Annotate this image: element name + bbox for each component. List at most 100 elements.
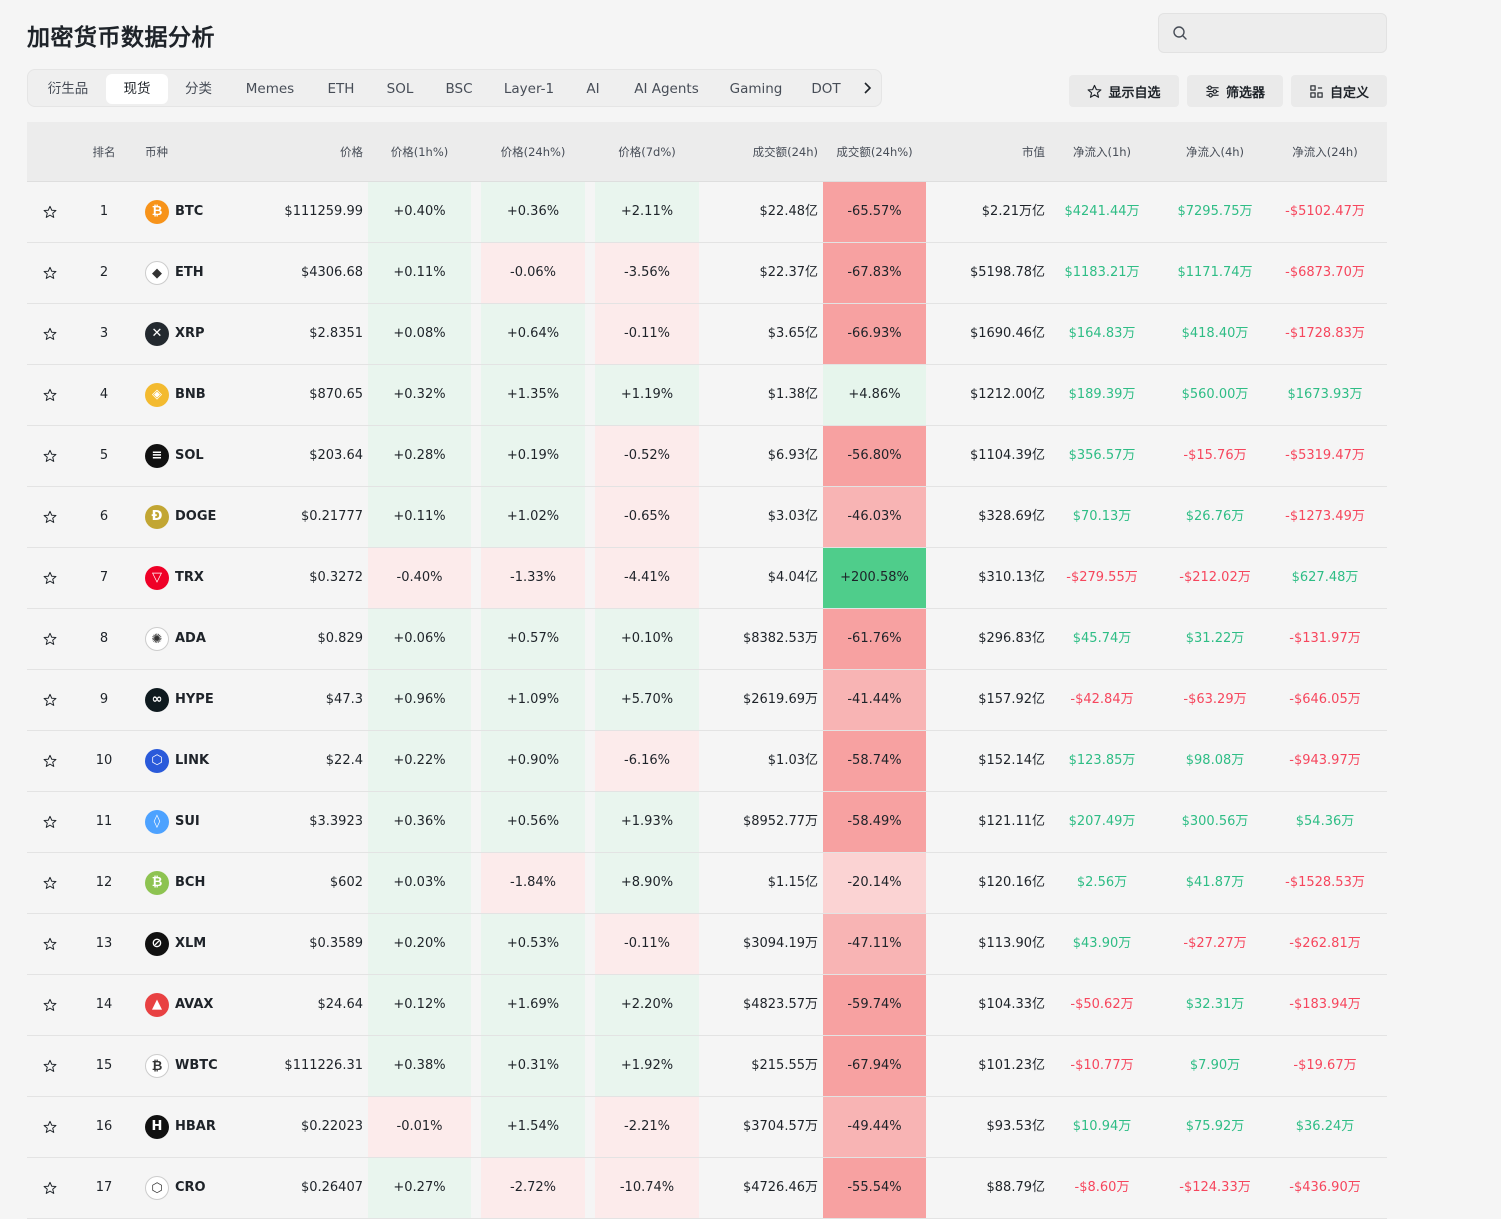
coin-symbol[interactable]: HBAR xyxy=(175,1097,216,1157)
tab-0[interactable]: 衍生品 xyxy=(40,74,96,104)
tab-8[interactable]: AI xyxy=(574,74,612,104)
th-inflow-24h[interactable]: 净流入(24h) xyxy=(1270,122,1380,182)
coin-symbol[interactable]: TRX xyxy=(175,548,204,608)
th-market-cap[interactable]: 市值 xyxy=(937,122,1045,182)
rank-cell: 14 xyxy=(95,997,113,1012)
star-icon[interactable] xyxy=(43,1059,57,1073)
table-row[interactable]: 3 ✕ XRP $2.8351 +0.08% +0.64% -0.11% $3.… xyxy=(27,304,1387,365)
star-icon[interactable] xyxy=(43,693,57,707)
table-row[interactable]: 2 ◆ ETH $4306.68 +0.11% -0.06% -3.56% $2… xyxy=(27,243,1387,304)
market-cap-cell: $88.79亿 xyxy=(986,1180,1046,1195)
table-row[interactable]: 1 ₿ BTC $111259.99 +0.40% +0.36% +2.11% … xyxy=(27,182,1387,243)
volume-change-cell: -58.74% xyxy=(823,731,926,791)
tab-9[interactable]: AI Agents xyxy=(624,74,709,104)
star-icon[interactable] xyxy=(43,754,57,768)
star-icon[interactable] xyxy=(43,998,57,1012)
th-inflow-1h[interactable]: 净流入(1h) xyxy=(1047,122,1157,182)
coin-symbol[interactable]: BNB xyxy=(175,365,206,425)
table-row[interactable]: 15 ₿ WBTC $111226.31 +0.38% +0.31% +1.92… xyxy=(27,1036,1387,1097)
tab-6[interactable]: BSC xyxy=(434,74,484,104)
th-inflow-4h[interactable]: 净流入(4h) xyxy=(1160,122,1270,182)
tab-3[interactable]: Memes xyxy=(235,74,305,104)
table-row[interactable]: 16 H HBAR $0.22023 -0.01% +1.54% -2.21% … xyxy=(27,1097,1387,1158)
coin-symbol[interactable]: WBTC xyxy=(175,1036,218,1096)
volume-change-cell: -49.44% xyxy=(823,1097,926,1157)
th-change-7d[interactable]: 价格(7d%) xyxy=(595,122,699,182)
table-row[interactable]: 14 ▲ AVAX $24.64 +0.12% +1.69% +2.20% $4… xyxy=(27,975,1387,1036)
search-box[interactable] xyxy=(1158,13,1387,53)
coin-symbol[interactable]: LINK xyxy=(175,731,209,791)
tab-11[interactable]: DOT xyxy=(803,74,849,104)
table-row[interactable]: 13 ⊘ XLM $0.3589 +0.20% +0.53% -0.11% $3… xyxy=(27,914,1387,975)
table-row[interactable]: 10 ⬡ LINK $22.4 +0.22% +0.90% -6.16% $1.… xyxy=(27,731,1387,792)
th-volume-change[interactable]: 成交额(24h%) xyxy=(823,122,926,182)
th-change-24h[interactable]: 价格(24h%) xyxy=(481,122,585,182)
star-icon[interactable] xyxy=(43,205,57,219)
coin-symbol[interactable]: BCH xyxy=(175,853,205,913)
star-icon[interactable] xyxy=(43,327,57,341)
coin-symbol[interactable]: ETH xyxy=(175,243,204,303)
star-icon[interactable] xyxy=(43,388,57,402)
tab-5[interactable]: SOL xyxy=(376,74,424,104)
table-row[interactable]: 6 Ð DOGE $0.21777 +0.11% +1.02% -0.65% $… xyxy=(27,487,1387,548)
table-row[interactable]: 5 ≡ SOL $203.64 +0.28% +0.19% -0.52% $6.… xyxy=(27,426,1387,487)
change-24h-cell: +1.35% xyxy=(481,365,585,425)
market-cap-cell: $152.14亿 xyxy=(978,753,1045,768)
change-1h-cell: +0.11% xyxy=(368,243,471,303)
tab-10[interactable]: Gaming xyxy=(718,74,794,104)
star-icon[interactable] xyxy=(43,876,57,890)
th-coin[interactable]: 币种 xyxy=(145,122,205,182)
coin-symbol[interactable]: DOGE xyxy=(175,487,216,547)
tab-1[interactable]: 现货 xyxy=(106,74,168,104)
coin-symbol[interactable]: BTC xyxy=(175,182,203,242)
change-7d-cell: -0.11% xyxy=(595,304,699,364)
search-icon xyxy=(1173,26,1187,40)
th-volume[interactable]: 成交额(24h) xyxy=(707,122,818,182)
coin-symbol[interactable]: XRP xyxy=(175,304,205,364)
table-row[interactable]: 7 ▽ TRX $0.3272 -0.40% -1.33% -4.41% $4.… xyxy=(27,548,1387,609)
coin-symbol[interactable]: AVAX xyxy=(175,975,213,1035)
change-7d-cell: -0.65% xyxy=(595,487,699,547)
th-change-1h[interactable]: 价格(1h%) xyxy=(368,122,471,182)
star-icon[interactable] xyxy=(43,1120,57,1134)
market-cap-cell: $296.83亿 xyxy=(978,631,1045,646)
th-price[interactable]: 价格 xyxy=(257,122,363,182)
table-row[interactable]: 9 ∞ HYPE $47.3 +0.96% +1.09% +5.70% $261… xyxy=(27,670,1387,731)
star-icon[interactable] xyxy=(43,449,57,463)
coin-symbol[interactable]: ADA xyxy=(175,609,206,669)
star-icon[interactable] xyxy=(43,815,57,829)
rank-cell: 4 xyxy=(99,387,109,402)
inflow-24h-cell: -$6873.70万 xyxy=(1285,265,1365,280)
dogecoin-icon: Ð xyxy=(145,505,169,529)
volume-cell: $1.03亿 xyxy=(767,753,818,768)
coin-symbol[interactable]: SOL xyxy=(175,426,204,486)
tab-4[interactable]: ETH xyxy=(316,74,366,104)
coin-symbol[interactable]: CRO xyxy=(175,1158,206,1218)
watchlist-button[interactable]: 显示自选 xyxy=(1069,75,1179,107)
star-icon[interactable] xyxy=(43,510,57,524)
star-icon[interactable] xyxy=(43,266,57,280)
th-rank[interactable]: 排名 xyxy=(84,122,124,182)
coin-symbol[interactable]: XLM xyxy=(175,914,206,974)
table-row[interactable]: 12 ₿ BCH $602 +0.03% -1.84% +8.90% $1.15… xyxy=(27,853,1387,914)
tab-7[interactable]: Layer-1 xyxy=(494,74,564,104)
change-1h-cell: +0.38% xyxy=(368,1036,471,1096)
coin-symbol[interactable]: HYPE xyxy=(175,670,214,730)
price-cell: $0.829 xyxy=(317,631,364,646)
star-icon[interactable] xyxy=(43,937,57,951)
filter-button[interactable]: 筛选器 xyxy=(1187,75,1283,107)
inflow-1h-cell: $207.49万 xyxy=(1068,814,1136,829)
chevron-right-icon[interactable] xyxy=(858,76,878,100)
table-row[interactable]: 8 ✺ ADA $0.829 +0.06% +0.57% +0.10% $838… xyxy=(27,609,1387,670)
star-icon[interactable] xyxy=(43,1181,57,1195)
star-icon[interactable] xyxy=(43,632,57,646)
star-icon[interactable] xyxy=(43,571,57,585)
tab-2[interactable]: 分类 xyxy=(176,74,221,104)
customize-button[interactable]: 自定义 xyxy=(1291,75,1387,107)
table-row[interactable]: 17 ⬡ CRO $0.26407 +0.27% -2.72% -10.74% … xyxy=(27,1158,1387,1219)
table-row[interactable]: 11 ◊ SUI $3.3923 +0.36% +0.56% +1.93% $8… xyxy=(27,792,1387,853)
rank-cell: 3 xyxy=(99,326,109,341)
coin-symbol[interactable]: SUI xyxy=(175,792,200,852)
table-row[interactable]: 4 ◈ BNB $870.65 +0.32% +1.35% +1.19% $1.… xyxy=(27,365,1387,426)
search-input[interactable] xyxy=(1195,22,1375,44)
